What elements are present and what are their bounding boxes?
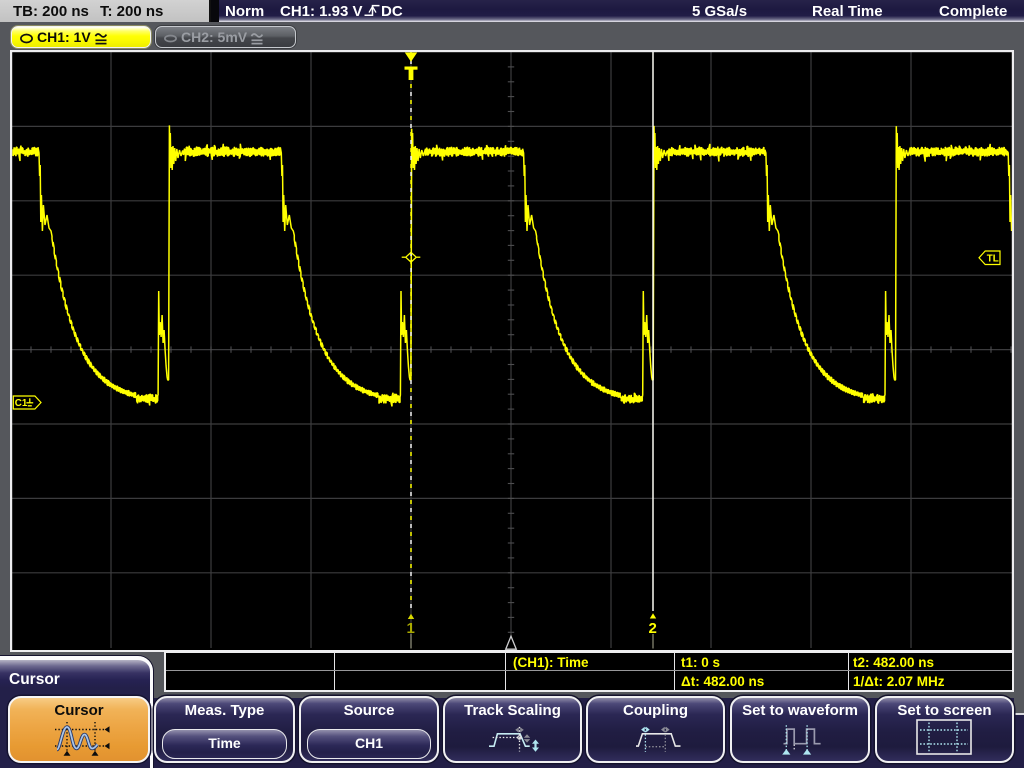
svg-text:TL: TL <box>987 254 999 265</box>
svg-text:2: 2 <box>649 620 657 637</box>
svg-text:C1: C1 <box>15 398 28 409</box>
svg-text:1: 1 <box>407 620 415 637</box>
